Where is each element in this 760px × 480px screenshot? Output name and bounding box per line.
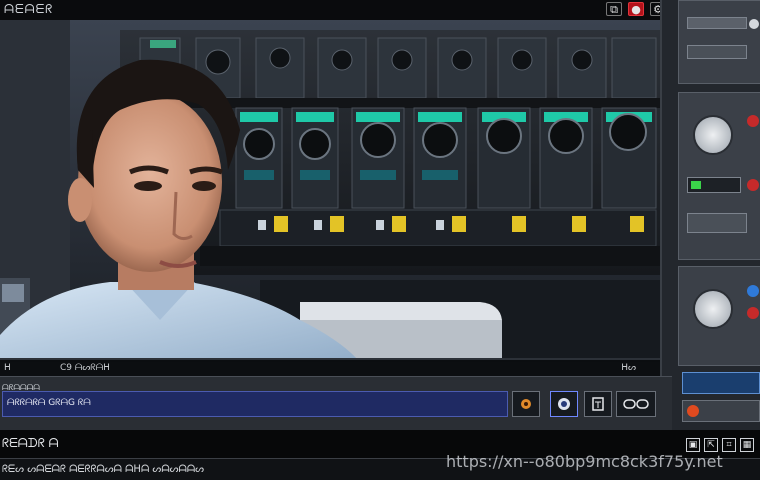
link-icon (623, 399, 649, 409)
scene-image (0, 20, 660, 358)
play-button[interactable] (550, 391, 578, 417)
side-control[interactable] (682, 400, 760, 422)
rack-bottom-row (219, 209, 657, 247)
knob-icon[interactable] (693, 289, 733, 329)
watermark-text: https://xn--o80bp9mc8ck3f75y.net (446, 452, 723, 471)
save-icon[interactable]: ▣ (686, 438, 700, 452)
crop-icon[interactable]: ⌗ (722, 438, 736, 452)
footer-icons: ▣ ⇱ ⌗ ▦ (686, 438, 754, 452)
link-button[interactable] (616, 391, 656, 417)
footer-line1: ᖇᗴᗩᗪᖇ ᗩ (2, 436, 59, 450)
side-module-lower (678, 266, 760, 366)
control-strip: ᗩᖇᗩᗩᗩᗩ ᗩᖇᖇᗩᖇᗩ GᖇᗩG ᖇᗩ (0, 376, 672, 430)
edit-button[interactable] (584, 391, 612, 417)
track-text: ᗩᖇᖇᗩᖇᗩ GᖇᗩG ᖇᗩ (7, 398, 91, 408)
play-icon (558, 398, 570, 410)
knob-icon[interactable] (693, 115, 733, 155)
video-viewport[interactable] (0, 20, 660, 360)
timeline-track[interactable]: ᗩᖇᖇᗩᖇᗩ GᖇᗩG ᖇᗩ (2, 391, 508, 417)
app-title: ᗩᗴᗩᗴᖇ (4, 2, 54, 16)
side-display (682, 372, 760, 394)
status-mid: C9 ᗩᔕᖇᗩᕼ (60, 363, 110, 373)
record-button[interactable] (512, 391, 540, 417)
export-icon[interactable]: ⇱ (704, 438, 718, 452)
side-module-top (678, 0, 760, 84)
grid-icon[interactable]: ▦ (740, 438, 754, 452)
side-panel (660, 0, 760, 430)
edit-icon (592, 397, 604, 411)
side-module-middle (678, 92, 760, 260)
title-bar: ᗩᗴᗩᗴᖇ ⧉ ● ⚙ ⚲ ▦ □ ⚙ (0, 0, 760, 20)
status-line: ᕼ C9 ᗩᔕᖇᗩᕼ ᕼᔕ (0, 362, 660, 376)
status-left: ᕼ (4, 363, 11, 373)
copy-icon[interactable]: ⧉ (606, 2, 622, 16)
status-right: ᕼᔕ (621, 363, 636, 373)
record-icon[interactable]: ● (628, 2, 644, 16)
footer-line2: ᖇᗴᔕ ᔕᗩᗴᗩᖇ ᗩᗴᖇᖇᗩᔕᗩ ᗩᕼᗩ ᔕᗩᔕᗩᗩᔕ (2, 464, 205, 475)
record-icon (521, 399, 531, 409)
